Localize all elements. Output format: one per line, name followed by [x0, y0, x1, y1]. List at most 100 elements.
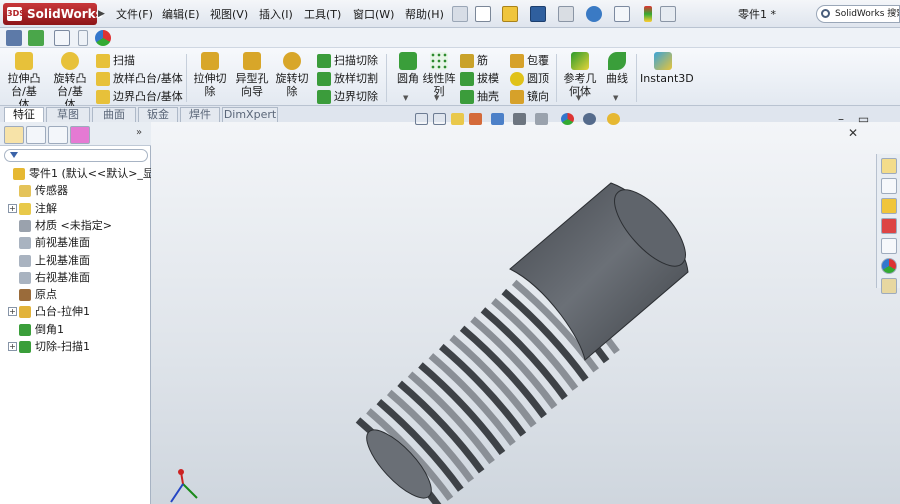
- menu-view[interactable]: 视图(V): [210, 7, 248, 23]
- view-orientation-icon[interactable]: [491, 113, 504, 125]
- select-icon[interactable]: [54, 30, 70, 46]
- configuration-manager-tab-icon[interactable]: [48, 126, 68, 144]
- tree-filter-input[interactable]: [4, 149, 148, 162]
- restore-icon[interactable]: ▭: [858, 112, 869, 126]
- print-icon[interactable]: [558, 6, 574, 22]
- pane-expand-icon[interactable]: »: [136, 127, 142, 138]
- part-model[interactable]: [151, 122, 900, 504]
- apply-scene-icon[interactable]: [583, 113, 596, 125]
- rebuild-traffic-light-icon[interactable]: [644, 6, 652, 22]
- property-manager-tab-icon[interactable]: [26, 126, 46, 144]
- tree-item-annotations[interactable]: + 注解: [0, 200, 151, 217]
- dome-button[interactable]: 圆顶: [510, 71, 549, 87]
- tab-weldments[interactable]: 焊件: [180, 107, 220, 122]
- solidworks-resources-icon[interactable]: [881, 158, 897, 174]
- sweep-label: 扫描: [113, 54, 135, 67]
- previous-view-icon[interactable]: [451, 113, 464, 125]
- rib-button[interactable]: 筋: [460, 53, 488, 69]
- shell-button[interactable]: 抽壳: [460, 89, 499, 105]
- design-library-icon[interactable]: [881, 178, 897, 194]
- tree-item-material[interactable]: 材质 <未指定>: [0, 217, 151, 234]
- new-document-icon[interactable]: [475, 6, 491, 22]
- feature-manager-tab-icon[interactable]: [4, 126, 24, 144]
- menu-help[interactable]: 帮助(H): [405, 7, 444, 23]
- instant3d-button[interactable]: Instant3D: [640, 52, 694, 104]
- search-results-icon[interactable]: [881, 218, 897, 234]
- revolve-cut-button[interactable]: 旋转切除: [274, 52, 310, 104]
- appearances-icon[interactable]: [881, 258, 897, 274]
- view-settings-icon[interactable]: [607, 113, 620, 125]
- tree-item-cut-sweep[interactable]: + 切除-扫描1: [0, 338, 151, 355]
- select-pointer-icon[interactable]: [614, 6, 630, 22]
- lofted-cut-label: 放样切割: [334, 72, 378, 85]
- solidworks-logo[interactable]: 3DS SolidWorks: [3, 3, 103, 25]
- close-icon[interactable]: ✕: [848, 126, 858, 140]
- tree-item-part[interactable]: 零件1 (默认<<默认>_显: [0, 165, 154, 182]
- search-input[interactable]: SolidWorks 搜索: [816, 5, 900, 23]
- menu-tools[interactable]: 工具(T): [304, 7, 341, 23]
- appearance-icon[interactable]: [95, 30, 111, 46]
- dimxpert-manager-tab-icon[interactable]: [70, 126, 90, 144]
- swept-cut-button[interactable]: 扫描切除: [317, 53, 378, 69]
- tab-dimxpert[interactable]: DimXpert: [222, 107, 278, 122]
- tree-item-chamfer[interactable]: 倒角1: [0, 321, 151, 338]
- save-icon[interactable]: [530, 6, 546, 22]
- extrude-cut-button[interactable]: 拉伸切除: [192, 52, 228, 104]
- tree-item-origin[interactable]: 原点: [0, 286, 151, 303]
- title-bar: 3DS SolidWorks ▶ 文件(F) 编辑(E) 视图(V) 插入(I)…: [0, 0, 900, 28]
- fillet-dropdown-icon[interactable]: ▼: [403, 94, 408, 102]
- tree-item-front-plane[interactable]: 前视基准面: [0, 234, 151, 251]
- zoom-to-fit-icon[interactable]: [415, 113, 428, 125]
- pin-icon[interactable]: [452, 6, 468, 22]
- tree-expand-icon[interactable]: +: [8, 203, 17, 213]
- boundary-boss-button[interactable]: 边界凸台/基体: [96, 89, 183, 105]
- menu-insert[interactable]: 插入(I): [259, 7, 293, 23]
- curves-dropdown-icon[interactable]: ▼: [613, 94, 618, 102]
- mirror-button[interactable]: 镜向: [510, 89, 549, 105]
- tree-item-sensors[interactable]: 传感器: [0, 182, 151, 199]
- revolve-boss-icon: [61, 52, 79, 70]
- tab-sketch[interactable]: 草图: [46, 107, 90, 122]
- graphics-area[interactable]: [151, 122, 900, 504]
- chamfer-icon: [19, 323, 31, 336]
- tree-expand-icon[interactable]: +: [8, 342, 17, 351]
- wrap-button[interactable]: 包覆: [510, 53, 549, 69]
- display-style-icon[interactable]: [513, 113, 526, 125]
- view-palette-icon[interactable]: [881, 238, 897, 254]
- zoom-to-area-icon[interactable]: [433, 113, 446, 125]
- logo-menu-arrow-icon[interactable]: ▶: [98, 5, 106, 23]
- boundary-cut-button[interactable]: 边界切除: [317, 89, 378, 105]
- edit-appearance-icon[interactable]: [561, 113, 574, 125]
- tree-item-top-plane[interactable]: 上视基准面: [0, 252, 151, 269]
- minimize-icon[interactable]: –: [838, 112, 844, 126]
- feature-manager-pane: » 零件1 (默认<<默认>_显 传感器 + 注解 材质 <未指定> 前视基准面 上视基准面…: [0, 122, 154, 504]
- section-view-icon[interactable]: [469, 113, 482, 125]
- reference-geometry-dropdown-icon[interactable]: ▼: [576, 94, 581, 102]
- options-icon[interactable]: [660, 6, 676, 22]
- undo-icon[interactable]: [586, 6, 602, 22]
- tree-item-boss-extrude[interactable]: + 凸台-拉伸1: [0, 303, 151, 320]
- tree-item-right-plane[interactable]: 右视基准面: [0, 269, 151, 286]
- loft-boss-button[interactable]: 放样凸台/基体: [96, 71, 183, 87]
- menu-edit[interactable]: 编辑(E): [162, 7, 200, 23]
- hide-show-items-icon[interactable]: [535, 113, 548, 125]
- hole-wizard-button[interactable]: 异型孔向导: [234, 52, 270, 104]
- extrude-boss-button[interactable]: 拉伸凸台/基体: [6, 52, 42, 111]
- custom-properties-icon[interactable]: [881, 278, 897, 294]
- menu-window[interactable]: 窗口(W): [353, 7, 394, 23]
- sweep-button[interactable]: 扫描: [96, 53, 135, 69]
- select-dropdown-icon[interactable]: [78, 30, 88, 46]
- tab-sheet-metal[interactable]: 钣金: [138, 107, 178, 122]
- tree-expand-icon[interactable]: +: [8, 307, 17, 317]
- menu-file[interactable]: 文件(F): [116, 7, 153, 23]
- lofted-cut-button[interactable]: 放样切割: [317, 71, 378, 87]
- command-manager-icon[interactable]: [6, 30, 22, 46]
- revolve-boss-button[interactable]: 旋转凸台/基体: [52, 52, 88, 111]
- tab-surfaces[interactable]: 曲面: [92, 107, 136, 122]
- open-folder-icon[interactable]: [502, 6, 518, 22]
- tab-features[interactable]: 特征: [4, 107, 44, 123]
- file-explorer-icon[interactable]: [881, 198, 897, 214]
- draft-button[interactable]: 拔模: [460, 71, 499, 87]
- feature-icon[interactable]: [28, 30, 44, 46]
- pattern-dropdown-icon[interactable]: ▼: [434, 94, 439, 102]
